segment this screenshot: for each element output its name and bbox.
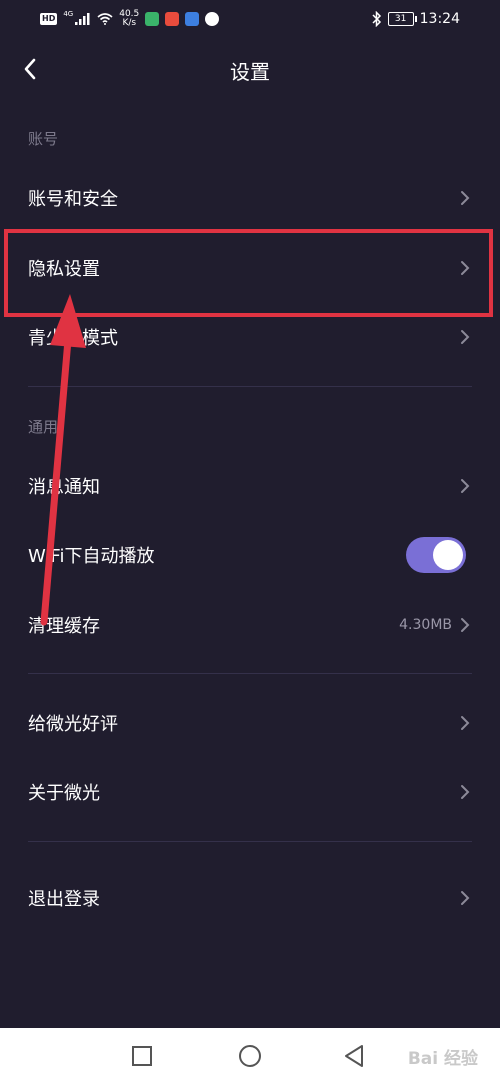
settings-item-privacy[interactable]: 隐私设置: [0, 240, 500, 296]
section-divider: [28, 673, 472, 674]
battery-indicator: 31: [387, 12, 417, 26]
settings-item-label: 青少年模式: [28, 328, 118, 349]
page-title: 设置: [230, 60, 270, 84]
settings-item-label: WiFi下自动播放: [28, 546, 155, 567]
settings-item-rate-app[interactable]: 给微光好评: [0, 695, 500, 751]
section-label-general: 通用: [28, 418, 59, 436]
settings-item-about[interactable]: 关于微光: [0, 764, 500, 820]
cache-size-value: 4.30MB: [399, 617, 452, 633]
settings-item-account-security[interactable]: 账号和安全: [0, 170, 500, 226]
row-right: [460, 329, 470, 345]
section-divider: [28, 386, 472, 387]
square-icon[interactable]: [128, 1042, 156, 1070]
status-time: 13:24: [419, 11, 460, 27]
bluetooth-icon: [372, 11, 381, 27]
chevron-right-icon: [461, 891, 470, 905]
circle-icon[interactable]: [236, 1042, 264, 1070]
settings-item-logout[interactable]: 退出登录: [0, 870, 500, 926]
status-left: HD 4G 40.5 K/s: [40, 8, 220, 30]
settings-item-youth-mode[interactable]: 青少年模式: [0, 309, 500, 365]
wifi-icon: [97, 13, 113, 25]
status-right: 31 13:24: [372, 8, 460, 30]
status-bar: HD 4G 40.5 K/s 31 13:24: [0, 0, 500, 38]
app-notification-icon: [145, 12, 160, 26]
chevron-right-icon: [461, 618, 470, 632]
network-type: 4G: [63, 10, 74, 18]
triangle-back-icon[interactable]: [340, 1042, 368, 1070]
settings-item-label: 消息通知: [28, 477, 100, 498]
network-speed-unit: K/s: [122, 18, 137, 28]
hd-badge: HD: [40, 13, 58, 25]
section-label-account: 账号: [28, 130, 59, 148]
chevron-right-icon: [461, 330, 470, 344]
settings-item-label: 退出登录: [28, 889, 100, 910]
settings-item-label: 关于微光: [28, 783, 100, 804]
row-right: [460, 890, 470, 906]
settings-item-label: 账号和安全: [28, 189, 118, 210]
system-nav-bar: Bai 经验: [0, 1028, 500, 1084]
settings-item-clear-cache[interactable]: 清理缓存 4.30MB: [0, 597, 500, 653]
section-divider: [28, 841, 472, 842]
chevron-right-icon: [461, 191, 470, 205]
settings-item-label: 给微光好评: [28, 714, 118, 735]
settings-item-label: 清理缓存: [28, 616, 100, 637]
row-right: [460, 784, 470, 800]
row-right: [460, 478, 470, 494]
app-notification-icon: [185, 12, 200, 26]
chevron-right-icon: [461, 479, 470, 493]
settings-item-wifi-autoplay: WiFi下自动播放: [0, 527, 500, 583]
settings-item-label: 隐私设置: [28, 259, 100, 280]
watermark-logo: Bai 经验: [407, 1049, 478, 1069]
row-right: 4.30MB: [399, 617, 470, 633]
chevron-right-icon: [461, 785, 470, 799]
app-notification-icon: [165, 12, 180, 26]
app-notification-icon: [205, 12, 220, 26]
settings-page: HD 4G 40.5 K/s 31 13:24 设置 账号 账号和安全 隐私设置…: [0, 0, 500, 1028]
screen: HD 4G 40.5 K/s 31 13:24 设置 账号 账号和安全 隐私设置…: [0, 0, 500, 1084]
chevron-right-icon: [461, 261, 470, 275]
chevron-right-icon: [461, 716, 470, 730]
header: 设置: [0, 44, 500, 94]
toggle-knob: [433, 540, 463, 570]
row-right: [460, 715, 470, 731]
settings-item-notifications[interactable]: 消息通知: [0, 458, 500, 514]
signal-icon: [75, 13, 90, 25]
network-speed: 40.5 K/s: [119, 10, 139, 28]
row-right: [460, 190, 470, 206]
wifi-autoplay-toggle[interactable]: [406, 537, 466, 573]
row-right: [460, 260, 470, 276]
